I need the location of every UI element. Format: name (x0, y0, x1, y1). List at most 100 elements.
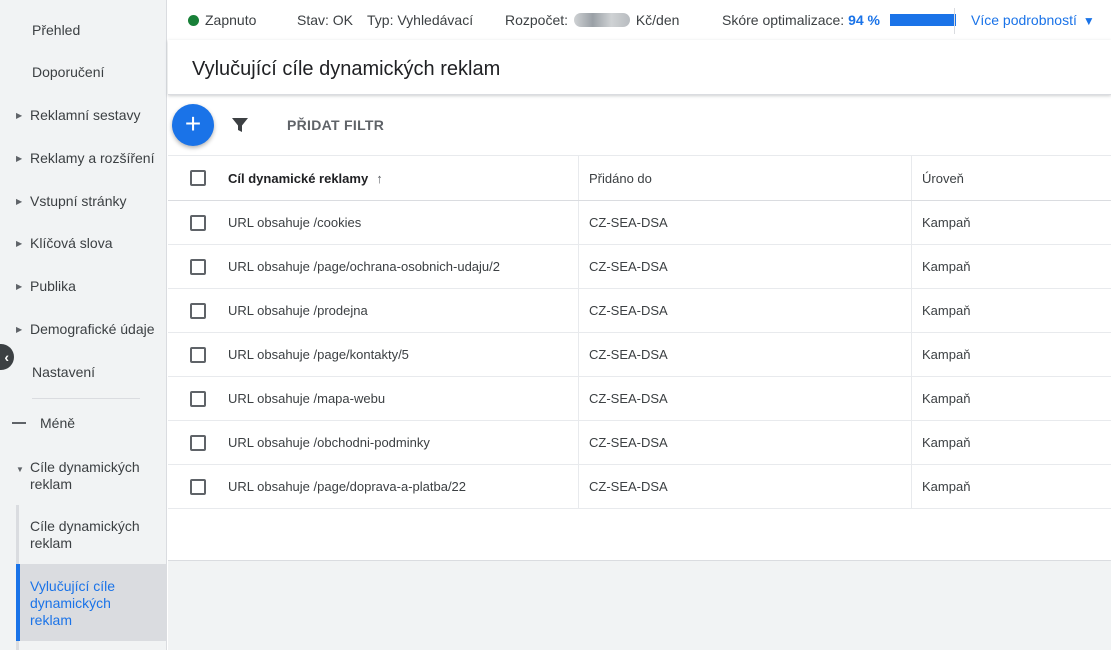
sidebar-item-ads-extensions[interactable]: ▶ Reklamy a rozšíření (0, 147, 167, 169)
page-header: Vylučující cíle dynamických reklam (168, 40, 1111, 95)
sidebar-group-dynamic-targets[interactable]: ▼ Cíle dynamických reklam (0, 459, 167, 493)
column-header-label: Cíl dynamické reklamy (228, 170, 369, 186)
target-cell: URL obsahuje /mapa-webu (228, 391, 386, 406)
header-checkbox-cell (190, 156, 206, 200)
column-header-label: Přidáno do (589, 170, 652, 186)
add-filter-button[interactable]: PŘIDAT FILTR (287, 117, 384, 133)
table-row[interactable]: URL obsahuje /obchodni-podminky CZ-SEA-D… (168, 421, 1111, 465)
sidebar-item-label: Doporučení (32, 63, 105, 80)
more-details-link[interactable]: Více podrobností ▼ (971, 12, 1095, 28)
row-checkbox[interactable] (190, 434, 206, 451)
optimization-value: 94 % (848, 12, 880, 28)
row-checkbox[interactable] (190, 214, 206, 231)
campaign-status-bar: Zapnuto Stav: OK Typ: Vyhledávací Rozpoč… (168, 0, 1111, 40)
level-cell: Kampaň (911, 465, 1111, 508)
row-checkbox-cell (190, 465, 206, 508)
row-checkbox[interactable] (190, 302, 206, 319)
sidebar-subitem-dynamic-targets[interactable]: Cíle dynamických reklam (16, 518, 167, 554)
target-cell: URL obsahuje /prodejna (228, 303, 368, 318)
caret-right-icon: ▶ (16, 238, 23, 248)
chevron-down-icon: ▼ (1082, 14, 1095, 28)
caret-right-icon: ▶ (16, 153, 23, 163)
type-label: Typ: Vyhledávací (367, 12, 474, 28)
sidebar-item-demographics[interactable]: ▶ Demografické údaje (0, 318, 167, 340)
sidebar-item-label: Reklamní sestavy (30, 106, 141, 123)
minus-icon (12, 422, 26, 424)
column-header-level[interactable]: Úroveň (911, 156, 1111, 200)
status-label: Zapnuto (205, 12, 257, 28)
column-header-label: Úroveň (922, 170, 964, 186)
status-dot-icon (188, 15, 199, 26)
row-checkbox-cell (190, 377, 206, 420)
row-checkbox[interactable] (190, 478, 206, 495)
row-checkbox-cell (190, 289, 206, 332)
row-checkbox[interactable] (190, 258, 206, 275)
sidebar-item-label: Klíčová slova (30, 234, 113, 251)
level-cell: Kampaň (911, 289, 1111, 332)
table-row[interactable]: URL obsahuje /cookies CZ-SEA-DSA Kampaň (168, 201, 1111, 245)
sidebar-item-ad-groups[interactable]: ▶ Reklamní sestavy (0, 104, 167, 126)
caret-right-icon: ▶ (16, 324, 23, 334)
level-cell: Kampaň (911, 333, 1111, 376)
sidebar-item-settings[interactable]: Nastavení (0, 361, 167, 383)
sidebar-item-overview[interactable]: Přehled (0, 19, 167, 41)
sidebar-item-label: Publika (30, 277, 76, 294)
show-less-toggle[interactable]: Méně (0, 410, 167, 436)
added-to-cell: CZ-SEA-DSA (578, 289, 911, 332)
sidebar-item-landing-pages[interactable]: ▶ Vstupní stránky (0, 190, 167, 212)
level-cell: Kampaň (911, 421, 1111, 464)
state-label: Stav: OK (297, 12, 354, 28)
add-button[interactable]: + (172, 104, 214, 146)
budget-label: Rozpočet: (505, 12, 569, 28)
budget-unit: Kč/den (635, 12, 680, 28)
target-cell: URL obsahuje /page/doprava-a-platba/22 (228, 479, 467, 494)
sidebar-item-label: Demografické údaje (30, 320, 155, 337)
row-checkbox-cell (190, 245, 206, 288)
level-cell: Kampaň (911, 377, 1111, 420)
target-cell: URL obsahuje /page/kontakty/5 (228, 347, 409, 362)
table-row[interactable]: URL obsahuje /mapa-webu CZ-SEA-DSA Kampa… (168, 377, 1111, 421)
sidebar-subitem-label: Cíle dynamických reklam (30, 518, 140, 551)
optimization-score-bar (889, 14, 956, 26)
row-checkbox[interactable] (190, 390, 206, 407)
target-cell: URL obsahuje /obchodni-podminky (228, 435, 430, 450)
sidebar-item-label: Vstupní stránky (30, 192, 127, 209)
sidebar-item-recommendations[interactable]: Doporučení (0, 61, 167, 83)
row-checkbox-cell (190, 333, 206, 376)
column-header-target[interactable]: Cíl dynamické reklamy ↑ (228, 156, 578, 200)
caret-right-icon: ▶ (16, 281, 23, 291)
added-to-cell: CZ-SEA-DSA (578, 465, 911, 508)
show-less-label: Méně (40, 415, 76, 431)
caret-down-icon: ▼ (16, 465, 24, 474)
row-checkbox-cell (190, 201, 206, 244)
row-checkbox[interactable] (190, 346, 206, 363)
sidebar-item-label: Přehled (32, 21, 81, 38)
caret-right-icon: ▶ (16, 196, 23, 206)
sidebar-subitem-negative-dynamic-targets[interactable]: Vylučující cíle dynamických reklam (16, 564, 167, 641)
targets-table: Cíl dynamické reklamy ↑ Přidáno do Úrove… (168, 155, 1111, 509)
table-row[interactable]: URL obsahuje /prodejna CZ-SEA-DSA Kampaň (168, 289, 1111, 333)
select-all-checkbox[interactable] (190, 170, 206, 186)
target-cell: URL obsahuje /cookies (228, 215, 362, 230)
table-row[interactable]: URL obsahuje /page/doprava-a-platba/22 C… (168, 465, 1111, 509)
plus-icon: + (184, 108, 202, 139)
optimization-label: Skóre optimalizace: (722, 12, 845, 28)
optimization-score[interactable]: Skóre optimalizace: 94 % (722, 12, 956, 28)
added-to-cell: CZ-SEA-DSA (578, 201, 911, 244)
column-header-added-to[interactable]: Přidáno do (578, 156, 911, 200)
status-indicator[interactable]: Zapnuto (188, 12, 256, 28)
row-checkbox-cell (190, 421, 206, 464)
sidebar-item-keywords[interactable]: ▶ Klíčová slova (0, 232, 167, 254)
sidebar-item-label: Reklamy a rozšíření (30, 149, 155, 166)
sidebar-item-label: Nastavení (32, 363, 96, 380)
filter-icon[interactable] (231, 116, 249, 134)
sidebar-subitem-label: Vylučující cíle dynamických reklam (30, 578, 116, 628)
sidebar-divider (32, 398, 140, 399)
added-to-cell: CZ-SEA-DSA (578, 421, 911, 464)
table-row[interactable]: URL obsahuje /page/ochrana-osobnich-udaj… (168, 245, 1111, 289)
chevron-left-icon: ‹ (4, 349, 9, 365)
table-row[interactable]: URL obsahuje /page/kontakty/5 CZ-SEA-DSA… (168, 333, 1111, 377)
more-details-label: Více podrobností (971, 12, 1077, 28)
sidebar-item-audiences[interactable]: ▶ Publika (0, 275, 167, 297)
sidebar-group-label: Cíle dynamických reklam (30, 459, 140, 492)
